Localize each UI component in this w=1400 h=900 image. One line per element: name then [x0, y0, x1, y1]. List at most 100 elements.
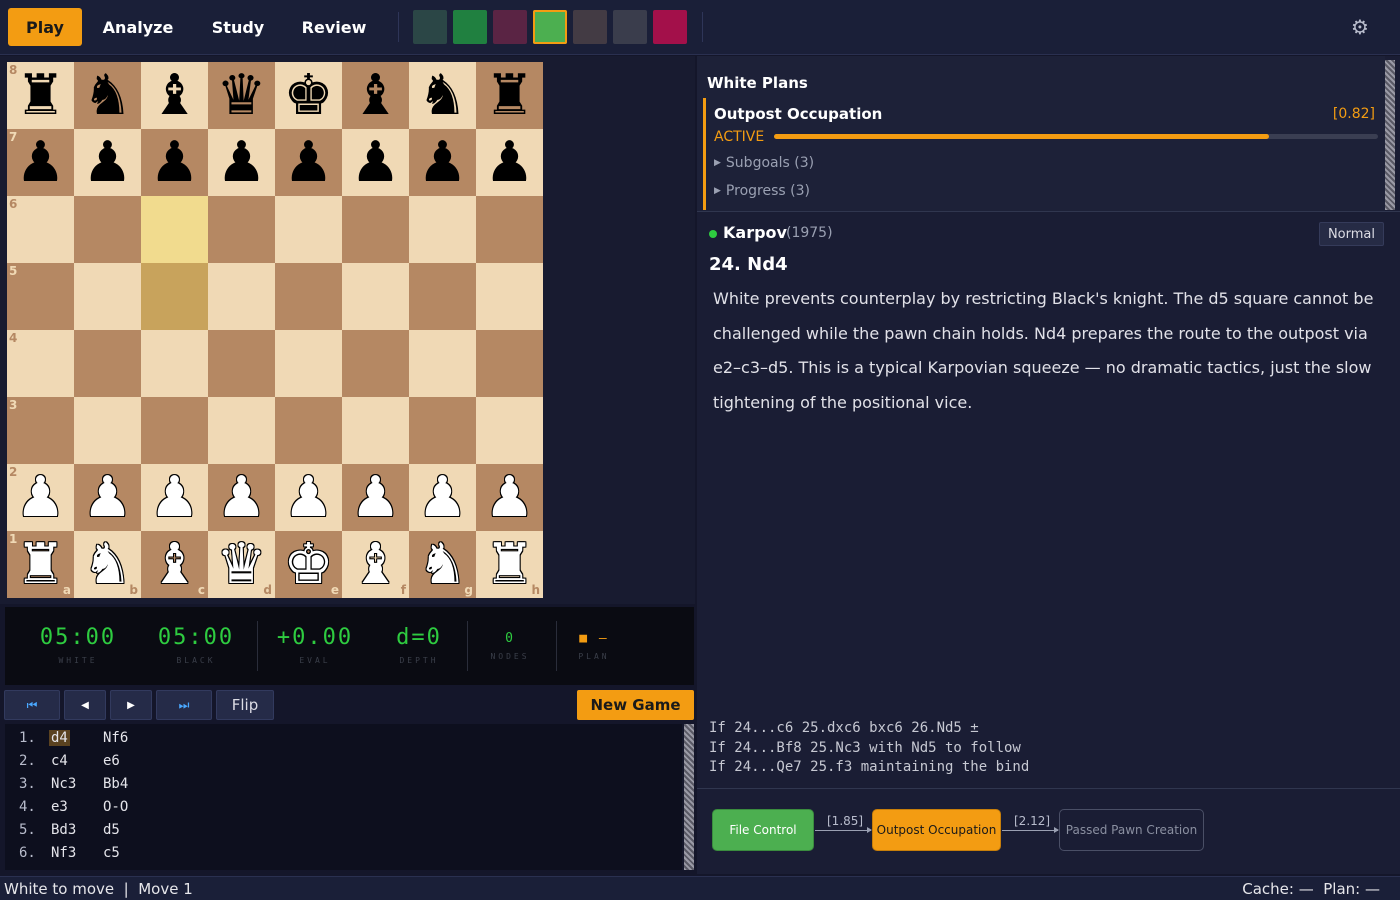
black-pawn-icon[interactable]: ♟ — [484, 129, 534, 196]
theme-swatch[interactable] — [613, 10, 647, 44]
theme-swatch[interactable] — [573, 10, 607, 44]
square-a6[interactable]: 6 — [7, 196, 74, 263]
square-e1[interactable]: e ♚ — [275, 531, 342, 598]
square-c2[interactable]: ♟ — [141, 464, 208, 531]
square-e3[interactable] — [275, 397, 342, 464]
black-move[interactable]: Bb4 — [103, 776, 128, 792]
white-move[interactable]: Bd3 — [51, 822, 76, 838]
black-pawn-icon[interactable]: ♟ — [149, 129, 199, 196]
square-g8[interactable]: ♞ — [409, 62, 476, 129]
flow-node-outpost-occupation[interactable]: Outpost Occupation — [872, 809, 1001, 851]
plan-card[interactable]: Outpost Occupation [0.82] ACTIVE ▶ Subgoa… — [703, 98, 1385, 210]
tab-study[interactable]: Study — [207, 8, 269, 46]
black-move[interactable]: d5 — [103, 822, 120, 838]
square-g6[interactable] — [409, 196, 476, 263]
last-move-button[interactable]: ⏭ — [156, 690, 212, 720]
white-pawn-icon[interactable]: ♟ — [283, 464, 333, 531]
square-d2[interactable]: ♟ — [208, 464, 275, 531]
square-h2[interactable]: ♟ — [476, 464, 543, 531]
square-g7[interactable]: ♟ — [409, 129, 476, 196]
square-e4[interactable] — [275, 330, 342, 397]
chessboard[interactable]: 8 ♜ ♞ ♝ ♛ ♚ ♝ ♞ ♜ 7 ♟ ♟ ♟ ♟ ♟ ♟ ♟ ♟ 6 5 4 3 2 ♟ ♟ ♟ ♟ ♟ ♟ ♟ ♟ 1 a ♜ b ♞ c ♝ d ♛… — [7, 62, 543, 598]
square-h5[interactable] — [476, 263, 543, 330]
black-pawn-icon[interactable]: ♟ — [283, 129, 333, 196]
square-f5[interactable] — [342, 263, 409, 330]
tab-review[interactable]: Review — [298, 8, 370, 46]
square-c7[interactable]: ♟ — [141, 129, 208, 196]
white-rook-icon[interactable]: ♜ — [484, 531, 534, 598]
square-d3[interactable] — [208, 397, 275, 464]
square-a1[interactable]: 1 a ♜ — [7, 531, 74, 598]
square-f4[interactable] — [342, 330, 409, 397]
black-bishop-icon[interactable]: ♝ — [350, 62, 400, 129]
square-d7[interactable]: ♟ — [208, 129, 275, 196]
square-h7[interactable]: ♟ — [476, 129, 543, 196]
black-pawn-icon[interactable]: ♟ — [417, 129, 467, 196]
black-rook-icon[interactable]: ♜ — [15, 62, 65, 129]
white-knight-icon[interactable]: ♞ — [82, 531, 132, 598]
black-move[interactable]: O-O — [103, 799, 128, 815]
white-bishop-icon[interactable]: ♝ — [149, 531, 199, 598]
square-g5[interactable] — [409, 263, 476, 330]
square-d1[interactable]: d ♛ — [208, 531, 275, 598]
plans-scrollbar[interactable] — [1385, 60, 1395, 210]
subgoals-toggle[interactable]: ▶ Subgoals (3) — [714, 155, 814, 171]
black-bishop-icon[interactable]: ♝ — [149, 62, 199, 129]
square-c1[interactable]: c ♝ — [141, 531, 208, 598]
white-pawn-icon[interactable]: ♟ — [149, 464, 199, 531]
square-e7[interactable]: ♟ — [275, 129, 342, 196]
square-b4[interactable] — [74, 330, 141, 397]
tab-play[interactable]: Play — [8, 8, 82, 46]
square-d5[interactable] — [208, 263, 275, 330]
move-list-scrollbar[interactable] — [684, 724, 694, 870]
progress-toggle[interactable]: ▶ Progress (3) — [714, 183, 810, 199]
gear-icon[interactable]: ⚙ — [1350, 17, 1370, 37]
flow-node-passed-pawn-creation[interactable]: Passed Pawn Creation — [1059, 809, 1204, 851]
white-pawn-icon[interactable]: ♟ — [417, 464, 467, 531]
square-b8[interactable]: ♞ — [74, 62, 141, 129]
variation-line[interactable]: If 24...Qe7 25.f3 maintaining the bind — [709, 758, 1029, 778]
white-move[interactable]: c4 — [51, 753, 68, 769]
white-pawn-icon[interactable]: ♟ — [216, 464, 266, 531]
black-queen-icon[interactable]: ♛ — [216, 62, 266, 129]
square-c4[interactable] — [141, 330, 208, 397]
white-move[interactable]: d4 — [49, 730, 70, 746]
square-h6[interactable] — [476, 196, 543, 263]
square-e8[interactable]: ♚ — [275, 62, 342, 129]
variation-line[interactable]: If 24...Bf8 25.Nc3 with Nd5 to follow — [709, 739, 1029, 759]
first-move-button[interactable]: ⏮ — [4, 690, 60, 720]
square-g2[interactable]: ♟ — [409, 464, 476, 531]
square-f6[interactable] — [342, 196, 409, 263]
square-b2[interactable]: ♟ — [74, 464, 141, 531]
white-move[interactable]: e3 — [51, 799, 68, 815]
square-a7[interactable]: 7 ♟ — [7, 129, 74, 196]
black-pawn-icon[interactable]: ♟ — [216, 129, 266, 196]
black-knight-icon[interactable]: ♞ — [82, 62, 132, 129]
square-e6[interactable] — [275, 196, 342, 263]
black-pawn-icon[interactable]: ♟ — [350, 129, 400, 196]
square-d6[interactable] — [208, 196, 275, 263]
square-d8[interactable]: ♛ — [208, 62, 275, 129]
square-a8[interactable]: 8 ♜ — [7, 62, 74, 129]
theme-swatch[interactable] — [533, 10, 567, 44]
black-move[interactable]: Nf6 — [103, 730, 128, 746]
white-king-icon[interactable]: ♚ — [283, 531, 333, 598]
square-e2[interactable]: ♟ — [275, 464, 342, 531]
black-move[interactable]: e6 — [103, 753, 120, 769]
next-move-button[interactable]: ▶ — [110, 690, 152, 720]
white-pawn-icon[interactable]: ♟ — [484, 464, 534, 531]
black-pawn-icon[interactable]: ♟ — [15, 129, 65, 196]
square-c6[interactable] — [141, 196, 208, 263]
square-f1[interactable]: f ♝ — [342, 531, 409, 598]
tab-analyze[interactable]: Analyze — [100, 8, 176, 46]
white-pawn-icon[interactable]: ♟ — [350, 464, 400, 531]
white-move[interactable]: Nc3 — [51, 776, 76, 792]
theme-swatch[interactable] — [653, 10, 687, 44]
theme-swatch[interactable] — [493, 10, 527, 44]
square-a2[interactable]: 2 ♟ — [7, 464, 74, 531]
square-b1[interactable]: b ♞ — [74, 531, 141, 598]
square-f8[interactable]: ♝ — [342, 62, 409, 129]
square-c5[interactable] — [141, 263, 208, 330]
square-a3[interactable]: 3 — [7, 397, 74, 464]
square-f2[interactable]: ♟ — [342, 464, 409, 531]
